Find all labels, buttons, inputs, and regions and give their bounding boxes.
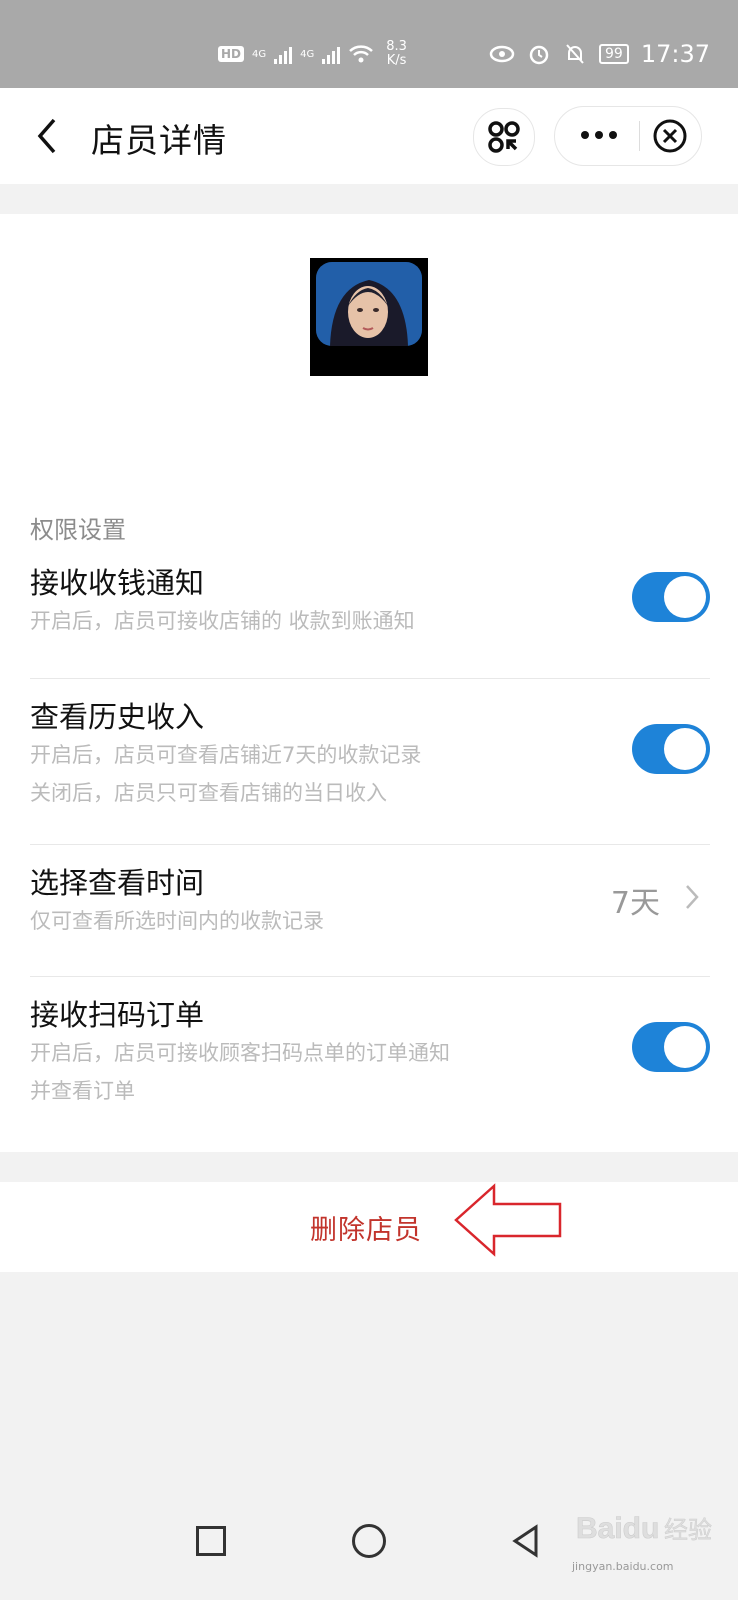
close-icon[interactable]: [653, 119, 687, 153]
toggle-knob: [664, 1026, 706, 1068]
scan-order-toggle[interactable]: [632, 1022, 710, 1072]
permission-row-payment-notify: 接收收钱通知 开启后，店员可接收店铺的 收款到账通知: [30, 560, 710, 650]
row-title: 接收收钱通知: [30, 566, 205, 600]
speed-unit: K/s: [386, 53, 407, 68]
payment-notify-toggle[interactable]: [632, 572, 710, 622]
status-left: HD 4G 4G 8.3 K/s: [218, 40, 407, 68]
home-button[interactable]: [352, 1524, 386, 1558]
battery-icon: 99: [599, 44, 629, 64]
wifi-icon: [349, 45, 374, 63]
more-icon[interactable]: [581, 131, 617, 139]
toggle-knob: [664, 576, 706, 618]
svg-text:经验: 经验: [664, 1516, 712, 1544]
page-title: 店员详情: [91, 121, 227, 160]
nav-bar: 店员详情: [0, 88, 738, 184]
alarm-icon: [529, 45, 549, 65]
signal-icon-2: [322, 44, 341, 64]
annotation-arrow-icon: [454, 1183, 562, 1257]
divider: [30, 678, 710, 679]
staff-detail-card: 权限设置 接收收钱通知 开启后，店员可接收店铺的 收款到账通知 查看历史收入 开…: [0, 214, 738, 1152]
mute-bell-icon: [566, 44, 584, 64]
permission-row-view-time[interactable]: 选择查看时间 仅可查看所选时间内的收款记录 7天: [30, 860, 710, 950]
capsule-divider: [639, 121, 640, 151]
svg-text:Baidu: Baidu: [576, 1512, 659, 1545]
delete-staff-button[interactable]: 删除店员: [310, 1208, 422, 1247]
divider: [30, 844, 710, 845]
network-speed: 8.3 K/s: [386, 40, 407, 68]
hd-voice-icon: HD: [218, 46, 245, 62]
row-desc: 开启后，店员可接收顾客扫码点单的订单通知: [30, 1041, 450, 1065]
row-title: 查看历史收入: [30, 700, 205, 734]
delete-bar: 删除店员: [0, 1182, 738, 1272]
back-triangle-icon[interactable]: [510, 1524, 542, 1558]
speed-value: 8.3: [386, 39, 407, 54]
chevron-right-icon: [686, 885, 699, 909]
row-desc: 关闭后，店员只可查看店铺的当日收入: [30, 781, 387, 805]
eye-icon: [489, 45, 515, 63]
avatar: [310, 258, 428, 376]
scan-icon: [488, 121, 520, 153]
recents-button[interactable]: [196, 1526, 226, 1556]
watermark-url: jingyan.baidu.com: [572, 1560, 674, 1573]
row-desc: 开启后，店员可接收店铺的 收款到账通知: [30, 609, 415, 633]
row-desc: 仅可查看所选时间内的收款记录: [30, 909, 324, 933]
section-title-permissions: 权限设置: [30, 516, 126, 544]
row-desc: 并查看订单: [30, 1079, 135, 1103]
network-type-1: 4G: [252, 48, 267, 60]
back-icon[interactable]: [30, 114, 70, 158]
row-title: 选择查看时间: [30, 866, 205, 900]
history-income-toggle[interactable]: [632, 724, 710, 774]
scan-button[interactable]: [473, 108, 535, 166]
view-time-value: 7天: [610, 886, 660, 921]
toggle-knob: [664, 728, 706, 770]
baidu-watermark-logo: Baidu 经验: [576, 1512, 713, 1546]
mini-program-capsule: [554, 106, 702, 166]
clock: 17:37: [640, 40, 710, 68]
status-right: 99 17:37: [489, 40, 710, 68]
permission-row-scan-order: 接收扫码订单 开启后，店员可接收顾客扫码点单的订单通知 并查看订单: [30, 992, 710, 1112]
row-desc: 开启后，店员可查看店铺近7天的收款记录: [30, 743, 422, 767]
permission-row-history-income: 查看历史收入 开启后，店员可查看店铺近7天的收款记录 关闭后，店员只可查看店铺的…: [30, 694, 710, 814]
divider: [30, 976, 710, 977]
status-bar: HD 4G 4G 8.3 K/s 99 17:37: [0, 0, 738, 88]
network-type-2: 4G: [300, 48, 315, 60]
signal-icon: [274, 44, 293, 64]
row-title: 接收扫码订单: [30, 998, 205, 1032]
